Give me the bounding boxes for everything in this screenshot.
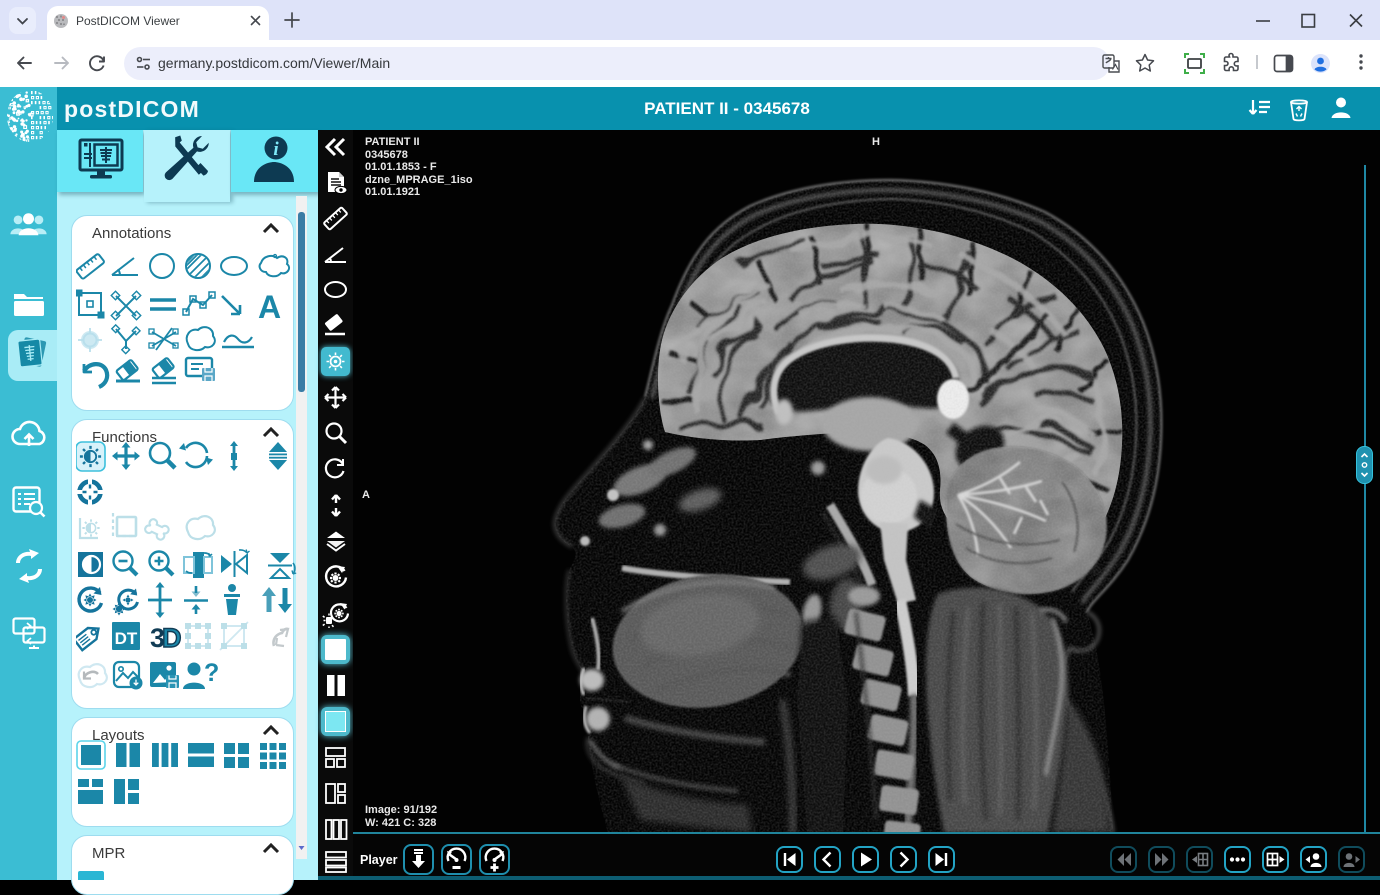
- svg-text:D: D: [162, 623, 182, 653]
- svg-text:A: A: [258, 289, 281, 325]
- svg-text:i: i: [273, 139, 279, 160]
- svg-text:DT: DT: [115, 629, 138, 648]
- svg-text:?: ?: [204, 659, 219, 687]
